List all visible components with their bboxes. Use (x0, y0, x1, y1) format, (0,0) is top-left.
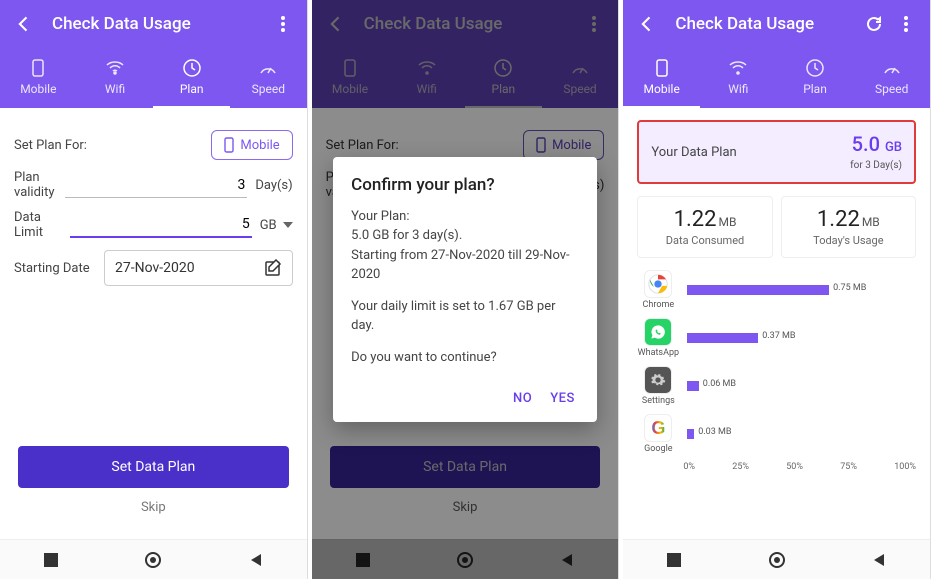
nav-back-icon[interactable] (247, 551, 265, 569)
back-icon[interactable] (635, 12, 659, 36)
tab-speed[interactable]: Speed (853, 48, 930, 108)
dialog-confirm-question: Do you want to continue? (351, 348, 579, 368)
app-title: Check Data Usage (52, 14, 263, 34)
speed-icon (258, 58, 278, 78)
validity-label: Plan validity (14, 170, 65, 200)
app-row[interactable]: Settings0.06 MB (637, 366, 916, 406)
plan-form: Set Plan For: Mobile Plan validity Day(s… (0, 108, 307, 446)
plan-icon (182, 58, 202, 78)
plan-card-label: Your Data Plan (651, 145, 736, 160)
stat-consumed: 1.22MB Data Consumed (637, 196, 772, 258)
tab-speed[interactable]: Speed (230, 48, 307, 108)
screen-plan-form: Check Data Usage Mobile Wifi Plan Speed … (0, 0, 308, 579)
tab-wifi[interactable]: Wifi (700, 48, 777, 108)
wifi-icon (105, 58, 125, 78)
nav-recent-icon[interactable] (665, 551, 683, 569)
plan-target-chip[interactable]: Mobile (211, 130, 292, 160)
app-usage-chart: Chrome0.75 MB WhatsApp0.37 MB Settings0.06… (637, 270, 916, 454)
screen-mobile-usage: Check Data Usage Mobile Wifi Plan Speed … (623, 0, 931, 579)
validity-input[interactable] (65, 173, 247, 198)
nav-home-icon[interactable] (768, 551, 786, 569)
app-row[interactable]: Chrome0.75 MB (637, 270, 916, 310)
skip-button[interactable]: Skip (18, 488, 289, 527)
tab-plan[interactable]: Plan (777, 48, 854, 108)
tab-bar: Mobile Wifi Plan Speed (0, 48, 307, 108)
dialog-no-button[interactable]: NO (513, 391, 532, 406)
system-navbar (0, 539, 307, 579)
start-date-label: Starting Date (14, 261, 104, 276)
tab-mobile[interactable]: Mobile (623, 48, 700, 108)
chart-axis: 0%25%50%75%100% (637, 462, 916, 472)
tab-mobile[interactable]: Mobile (0, 48, 77, 108)
validity-unit: Day(s) (255, 178, 292, 193)
overflow-icon[interactable] (271, 12, 295, 36)
nav-home-icon[interactable] (144, 551, 162, 569)
overflow-icon[interactable] (894, 12, 918, 36)
data-limit-unit[interactable]: GB (260, 218, 293, 233)
data-limit-input[interactable] (70, 212, 252, 238)
set-data-plan-button[interactable]: Set Data Plan (18, 446, 289, 488)
dialog-plan-line: 5.0 GB for 3 day(s). (351, 226, 579, 246)
refresh-icon[interactable] (862, 12, 886, 36)
stat-today: 1.22MB Today's Usage (781, 196, 916, 258)
dialog-range-line: Starting from 27-Nov-2020 till 29-Nov-20… (351, 246, 579, 285)
mobile-icon (28, 58, 48, 78)
app-title: Check Data Usage (675, 14, 854, 34)
edit-icon (264, 259, 282, 277)
modal-overlay[interactable]: Confirm your plan? Your Plan: 5.0 GB for… (312, 0, 619, 579)
screen-confirm-dialog: Check Data Usage Mobile Wifi Plan Speed … (312, 0, 620, 579)
confirm-dialog: Confirm your plan? Your Plan: 5.0 GB for… (333, 157, 597, 423)
dialog-yes-button[interactable]: YES (550, 391, 575, 406)
set-plan-for-label: Set Plan For: (14, 138, 104, 153)
app-row[interactable]: WhatsApp0.37 MB (637, 318, 916, 358)
dialog-plan-heading: Your Plan: (351, 207, 579, 227)
tab-wifi[interactable]: Wifi (77, 48, 154, 108)
back-icon[interactable] (12, 12, 36, 36)
dialog-daily-limit: Your daily limit is set to 1.67 GB per d… (351, 297, 579, 336)
app-header: Check Data Usage Mobile Wifi Plan Speed (0, 0, 307, 108)
dialog-title: Confirm your plan? (351, 175, 579, 195)
app-row[interactable]: GGoogle0.03 MB (637, 414, 916, 454)
start-date-field[interactable]: 27-Nov-2020 (104, 250, 293, 286)
data-limit-label: Data Limit (14, 210, 70, 240)
nav-recent-icon[interactable] (42, 551, 60, 569)
system-navbar (623, 539, 930, 579)
nav-back-icon[interactable] (870, 551, 888, 569)
chevron-down-icon (283, 222, 293, 228)
tab-plan[interactable]: Plan (153, 48, 230, 108)
data-plan-card[interactable]: Your Data Plan 5.0 GB for 3 Day(s) (637, 120, 916, 184)
